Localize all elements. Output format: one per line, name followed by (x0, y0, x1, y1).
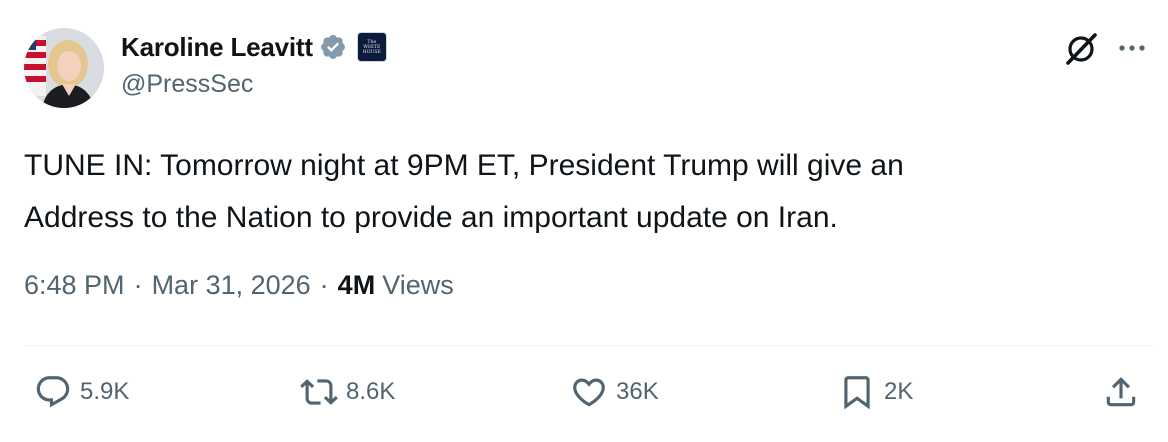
bookmark-button[interactable]: 2K (838, 370, 913, 414)
heart-icon (573, 378, 605, 407)
white-house-badge-icon[interactable]: The WHITE HOUSE (356, 32, 387, 62)
display-name[interactable]: Karoline Leavitt (121, 32, 313, 63)
meta-separator: · (133, 270, 143, 300)
bookmark-count: 2K (884, 378, 914, 405)
user-handle[interactable]: @PressSec (121, 70, 253, 99)
grok-icon[interactable] (1062, 28, 1102, 68)
tweet-meta: 6:48 PM · Mar 31, 2026 · 4M Views (24, 270, 454, 301)
avatar[interactable] (24, 28, 104, 108)
meta-separator: · (319, 270, 329, 300)
like-button[interactable]: 36K (570, 370, 659, 414)
share-button[interactable] (1102, 370, 1140, 414)
avatar-image (24, 28, 104, 108)
repost-count: 8.6K (346, 378, 396, 405)
reply-button[interactable]: 5.9K (34, 370, 129, 414)
share-icon (1106, 377, 1136, 407)
more-horizontal-icon[interactable] (1114, 34, 1150, 62)
verified-badge-icon[interactable] (319, 33, 347, 61)
tweet-time[interactable]: 6:48 PM (24, 270, 125, 301)
reply-count: 5.9K (80, 378, 130, 405)
divider (24, 345, 1154, 346)
tweet-date[interactable]: Mar 31, 2026 (152, 270, 311, 301)
views-label[interactable]: Views (382, 270, 454, 301)
tweet-text: TUNE IN: Tomorrow night at 9PM ET, Presi… (24, 149, 904, 234)
display-name-row: Karoline Leavitt The WHITE HOUSE (121, 30, 387, 64)
views-count[interactable]: 4M (338, 270, 376, 301)
tweet-card: Karoline Leavitt The WHITE HOUSE @PressS… (0, 0, 1168, 442)
bookmark-icon (844, 376, 870, 410)
repost-button[interactable]: 8.6K (300, 370, 395, 414)
repost-icon (300, 379, 338, 405)
badge-text-line: HOUSE (362, 49, 381, 55)
reply-icon (36, 376, 70, 408)
like-count: 36K (616, 378, 659, 405)
